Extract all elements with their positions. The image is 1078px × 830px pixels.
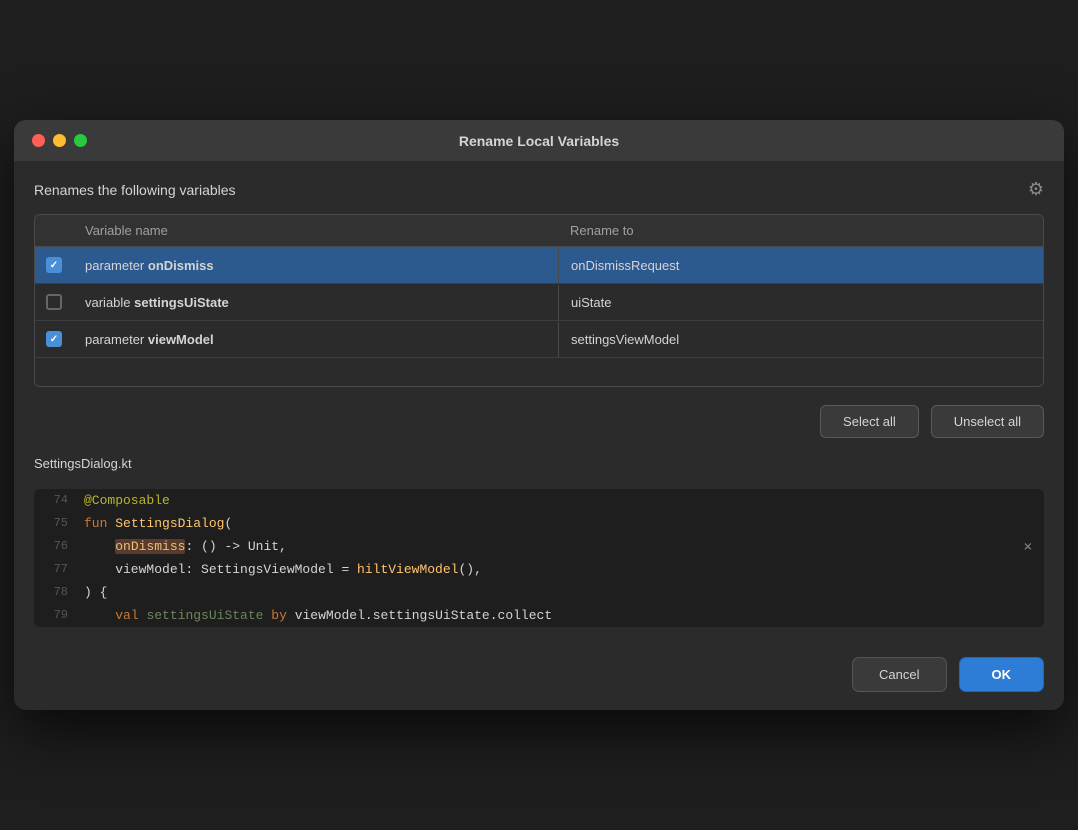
row1-checkbox-cell[interactable] — [35, 247, 73, 283]
line-number: 74 — [34, 489, 76, 511]
unselect-all-button[interactable]: Unselect all — [931, 405, 1044, 438]
table-header: Variable name Rename to — [35, 215, 1043, 247]
empty-row — [35, 358, 1043, 386]
code-line-76: 76 onDismiss: () -> Unit, ✕ — [34, 535, 1044, 558]
minimize-button[interactable] — [53, 134, 66, 147]
row3-checkbox[interactable] — [46, 331, 62, 347]
row2-renameto: uiState — [558, 285, 1043, 320]
maximize-button[interactable] — [74, 134, 87, 147]
line-content: val settingsUiState by viewModel.setting… — [76, 604, 1044, 627]
code-block: 74 @Composable 75 fun SettingsDialog( 76… — [34, 489, 1044, 627]
row1-renameto: onDismissRequest — [558, 248, 1043, 283]
line-number: 79 — [34, 604, 76, 626]
row1-checkbox[interactable] — [46, 257, 62, 273]
dialog-title: Rename Local Variables — [459, 133, 619, 149]
title-bar: Rename Local Variables — [14, 120, 1064, 161]
table-row: parameter viewModel settingsViewModel — [35, 321, 1043, 358]
code-line-78: 78 ) { — [34, 581, 1044, 604]
table-row: variable settingsUiState uiState — [35, 284, 1043, 321]
dialog-body: Renames the following variables ⚙ Variab… — [14, 161, 1064, 647]
line-content: @Composable — [76, 489, 1044, 512]
renameto-col-header: Rename to — [558, 215, 1043, 246]
code-line-75: 75 fun SettingsDialog( — [34, 512, 1044, 535]
line-number: 77 — [34, 558, 76, 580]
line-number: 76 — [34, 535, 76, 557]
line-number: 78 — [34, 581, 76, 603]
row2-varname: variable settingsUiState — [73, 285, 558, 320]
varname-col-header: Variable name — [73, 215, 558, 246]
line-content: viewModel: SettingsViewModel = hiltViewM… — [76, 558, 1044, 581]
file-label: SettingsDialog.kt — [34, 456, 1044, 471]
settings-icon[interactable]: ⚙ — [1028, 179, 1044, 200]
close-button[interactable] — [32, 134, 45, 147]
line-content: ) { — [76, 581, 1044, 604]
select-all-button[interactable]: Select all — [820, 405, 919, 438]
action-row: Select all Unselect all — [34, 401, 1044, 442]
header-description: Renames the following variables — [34, 182, 236, 198]
line-content: fun SettingsDialog( — [76, 512, 1044, 535]
ok-button[interactable]: OK — [959, 657, 1045, 692]
row1-varname: parameter onDismiss — [73, 248, 558, 283]
bottom-row: Cancel OK — [14, 647, 1064, 710]
checkbox-col-header — [35, 215, 73, 246]
traffic-lights — [32, 134, 87, 147]
header-row: Renames the following variables ⚙ — [34, 179, 1044, 200]
row3-varname: parameter viewModel — [73, 322, 558, 357]
variable-table: Variable name Rename to parameter onDism… — [34, 214, 1044, 387]
line-number: 75 — [34, 512, 76, 534]
table-row: parameter onDismiss onDismissRequest — [35, 247, 1043, 284]
highlight-ondismiss: onDismiss — [115, 539, 185, 554]
close-icon[interactable]: ✕ — [1024, 538, 1032, 555]
row3-renameto: settingsViewModel — [558, 322, 1043, 357]
code-line-74: 74 @Composable — [34, 489, 1044, 512]
row2-checkbox-cell[interactable] — [35, 284, 73, 320]
code-line-77: 77 viewModel: SettingsViewModel = hiltVi… — [34, 558, 1044, 581]
line-content: onDismiss: () -> Unit, — [76, 535, 1044, 558]
rename-dialog: Rename Local Variables Renames the follo… — [14, 120, 1064, 710]
row3-checkbox-cell[interactable] — [35, 321, 73, 357]
row2-checkbox[interactable] — [46, 294, 62, 310]
cancel-button[interactable]: Cancel — [852, 657, 946, 692]
code-line-79: 79 val settingsUiState by viewModel.sett… — [34, 604, 1044, 627]
